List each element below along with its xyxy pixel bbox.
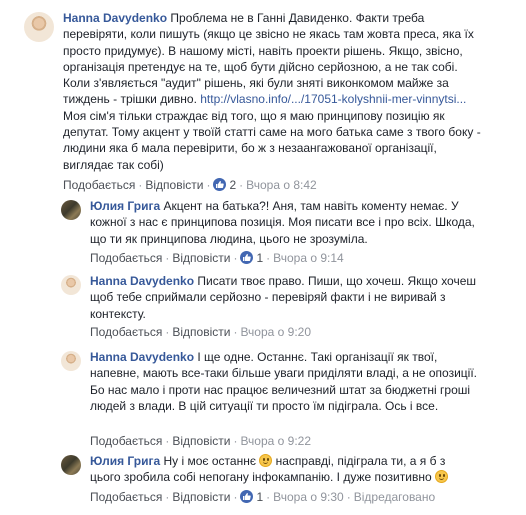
comment-actions: Подобається · Відповісти · 1 · Вчора о 9:30 · Ві… bbox=[90, 490, 436, 504]
comment-timestamp[interactable]: Вчора о 8:42 bbox=[246, 178, 317, 192]
reply-comment: Юлия Грига Ну і моє останнє насправді, п… bbox=[0, 450, 526, 515]
comment-text: Ну і моє останнє bbox=[163, 454, 260, 468]
comment: Hanna Davydenko Проблема не в Ганні Дави… bbox=[0, 0, 526, 200]
thumbs-up-icon bbox=[240, 490, 254, 503]
like-button[interactable]: Подобається bbox=[90, 251, 162, 265]
comment-author[interactable]: Hanna Davydenko bbox=[63, 11, 167, 25]
avatar[interactable] bbox=[61, 275, 81, 295]
comment-timestamp[interactable]: Вчора о 9:30 bbox=[273, 490, 344, 504]
comment-timestamp[interactable]: Вчора о 9:14 bbox=[273, 251, 344, 265]
comment-actions: Подобається · Відповісти · Вчора о 9:20 bbox=[90, 325, 312, 339]
smiley-emoji-icon bbox=[259, 454, 273, 467]
comment-body: Юлия Грига Акцент на батька?! Аня, там н… bbox=[90, 198, 490, 247]
avatar[interactable] bbox=[61, 455, 81, 475]
like-button[interactable]: Подобається bbox=[90, 490, 162, 504]
reply-button[interactable]: Відповісти bbox=[172, 434, 230, 448]
like-button[interactable]: Подобається bbox=[90, 325, 162, 339]
avatar[interactable] bbox=[24, 12, 54, 42]
reply-comment: Hanna Davydenko Писати твоє право. Пиши,… bbox=[0, 270, 526, 345]
comment-author[interactable]: Юлия Грига bbox=[90, 199, 160, 213]
thumbs-up-icon bbox=[213, 178, 227, 191]
reply-comment: Юлия Грига Акцент на батька?! Аня, там н… bbox=[0, 195, 526, 270]
comment-text-continued: Моя сім'я тільки страждає від того, що я… bbox=[63, 108, 481, 172]
comment-author[interactable]: Hanna Davydenko bbox=[90, 274, 194, 288]
comment-timestamp[interactable]: Вчора о 9:22 bbox=[240, 434, 311, 448]
comment-body: Юлия Грига Ну і моє останнє насправді, п… bbox=[90, 453, 475, 486]
avatar[interactable] bbox=[61, 351, 81, 371]
comment-actions: Подобається · Відповісти · 1 · Вчора о 9:14 bbox=[90, 251, 344, 265]
thumbs-up-icon bbox=[240, 251, 254, 264]
comment-actions: Подобається · Відповісти · Вчора о 9:22 bbox=[90, 434, 312, 448]
reply-button[interactable]: Відповісти bbox=[172, 251, 230, 265]
reply-button[interactable]: Відповісти bbox=[172, 325, 230, 339]
reply-button[interactable]: Відповісти bbox=[172, 490, 230, 504]
comment-link[interactable]: http://vlasno.info/.../17051-kolyshnii-m… bbox=[200, 92, 466, 106]
comment-body: Hanna Davydenko І ще одне. Останнє. Такі… bbox=[90, 349, 480, 414]
comment-author[interactable]: Юлия Грига bbox=[90, 454, 160, 468]
comment-body: Hanna Davydenko Писати твоє право. Пиши,… bbox=[90, 273, 490, 322]
comment-body: Hanna Davydenko Проблема не в Ганні Дави… bbox=[63, 10, 487, 173]
smiley-emoji-icon bbox=[434, 470, 448, 484]
comment-timestamp[interactable]: Вчора о 9:20 bbox=[240, 325, 311, 339]
like-button[interactable]: Подобається bbox=[63, 178, 135, 192]
comment-actions: Подобається · Відповісти · 2 · Вчора о 8:42 bbox=[63, 178, 317, 192]
avatar[interactable] bbox=[61, 200, 81, 220]
reply-button[interactable]: Відповісти bbox=[145, 178, 203, 192]
like-button[interactable]: Подобається bbox=[90, 434, 162, 448]
comment-author[interactable]: Hanna Davydenko bbox=[90, 350, 194, 364]
edited-label[interactable]: Відредаговано bbox=[354, 490, 435, 504]
reply-comment: Hanna Davydenko І ще одне. Останнє. Такі… bbox=[0, 344, 526, 449]
